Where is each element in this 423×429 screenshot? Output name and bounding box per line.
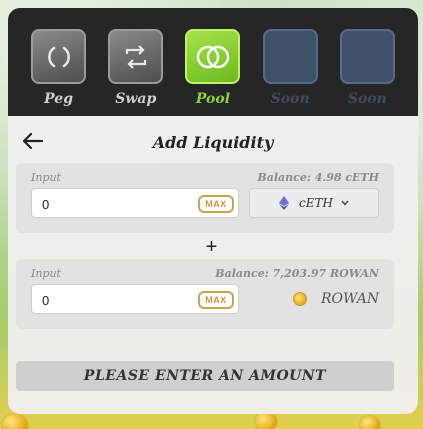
nav-item-peg[interactable]: Peg	[31, 29, 87, 116]
amount-field: MAX	[31, 284, 239, 314]
from-amount-input[interactable]	[42, 195, 192, 213]
soon-tile	[339, 29, 395, 84]
peg-tile[interactable]	[31, 29, 87, 84]
max-button[interactable]: MAX	[198, 195, 234, 213]
nav-item-swap[interactable]: Swap	[108, 29, 164, 116]
nav-label-swap: Swap	[115, 91, 157, 107]
nav-label-pool: Pool	[195, 91, 231, 107]
nav-item-soon-1: Soon	[262, 29, 318, 116]
page-title: Add Liquidity	[152, 133, 274, 152]
background-coin	[360, 416, 380, 429]
swap-tile[interactable]	[108, 29, 164, 84]
to-amount-input[interactable]	[42, 291, 192, 309]
pool-tile[interactable]	[185, 29, 241, 84]
header: Add Liquidity	[8, 116, 418, 166]
background-coin	[2, 414, 28, 429]
amount-field: MAX	[31, 188, 239, 218]
submit-button[interactable]: PLEASE ENTER AN AMOUNT	[16, 361, 394, 391]
top-nav: Peg Swap Pool Soon Soon	[8, 8, 418, 116]
swap-icon	[125, 44, 146, 69]
from-token-box: Input Balance: 4.98 cETH MAX cETH	[16, 163, 394, 233]
max-button[interactable]: MAX	[198, 291, 234, 309]
nav-item-soon-2: Soon	[339, 29, 395, 116]
token-name: ROWAN	[321, 291, 380, 307]
chevron-down-icon	[341, 200, 349, 206]
background-coin	[255, 412, 277, 429]
refresh-icon	[47, 46, 70, 67]
rowan-coin-icon	[293, 292, 307, 306]
input-label: Input	[31, 267, 61, 280]
input-label: Input	[31, 171, 61, 184]
plus-symbol: +	[205, 236, 218, 258]
balance-label: Balance: 7,203.97 ROWAN	[215, 267, 379, 280]
nav-item-pool[interactable]: Pool	[185, 29, 241, 116]
token-display-rowan: ROWAN	[293, 284, 379, 314]
nav-label-peg: Peg	[44, 91, 74, 107]
soon-tile	[262, 29, 318, 84]
token-name: cETH	[299, 196, 333, 210]
nav-label-soon: Soon	[270, 91, 310, 107]
pool-icon	[196, 45, 230, 68]
eth-icon	[279, 196, 290, 210]
nav-label-soon: Soon	[347, 91, 387, 107]
balance-label: Balance: 4.98 cETH	[257, 171, 379, 184]
token-select-ceth[interactable]: cETH	[249, 188, 379, 218]
to-token-box: Input Balance: 7,203.97 ROWAN MAX ROWAN	[16, 259, 394, 329]
